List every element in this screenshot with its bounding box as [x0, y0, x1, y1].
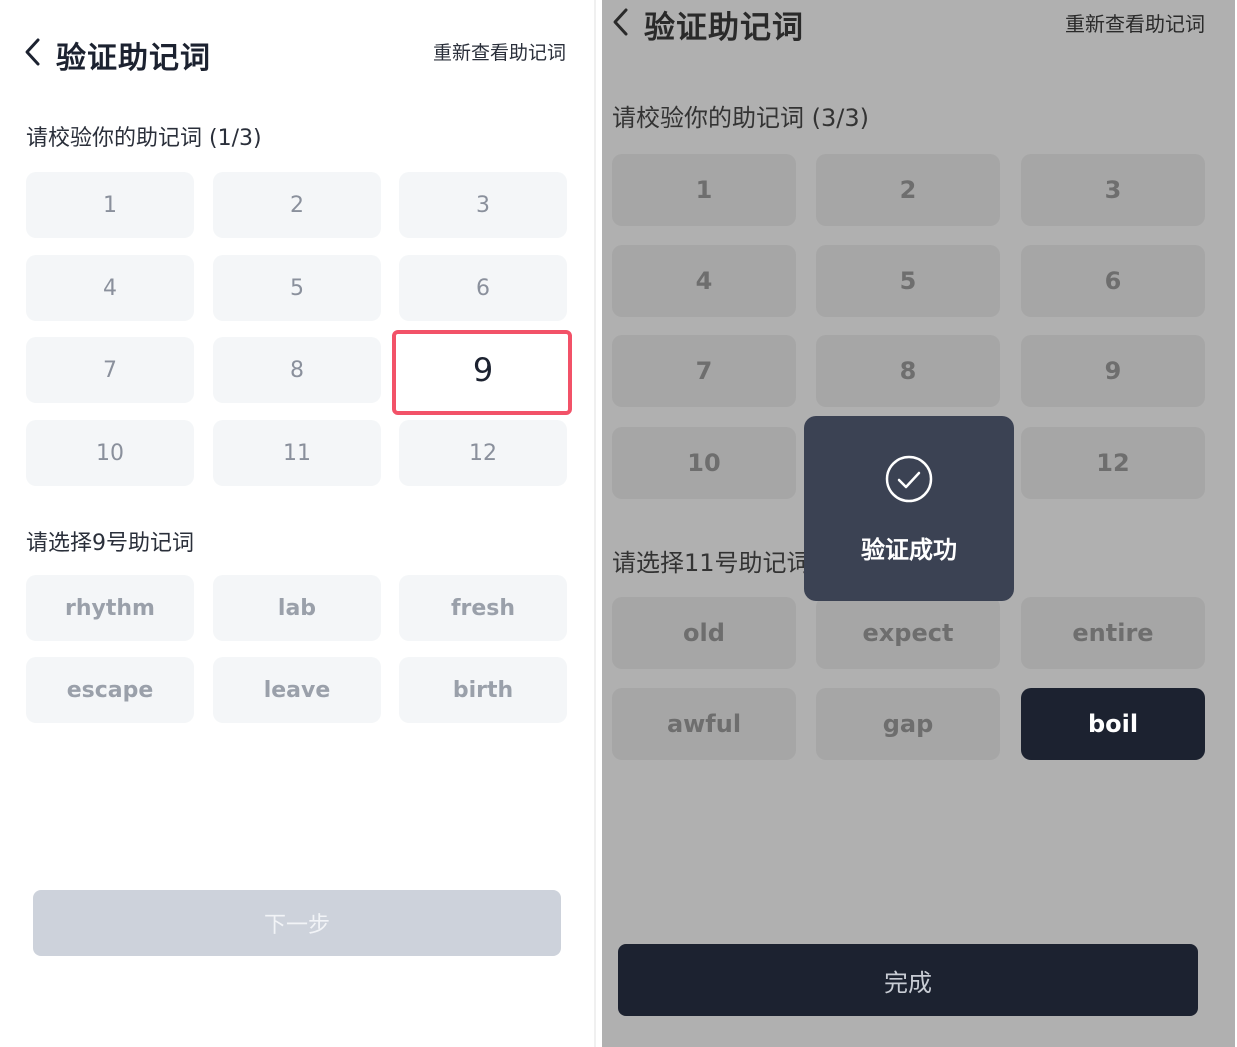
- slot-cell[interactable]: 2: [213, 172, 381, 238]
- slot-cell[interactable]: 7: [612, 335, 796, 407]
- slot-cell[interactable]: 12: [399, 420, 567, 486]
- check-circle-icon: [885, 455, 933, 503]
- slot-cell[interactable]: 2: [816, 154, 1000, 226]
- verify-progress-label: 请校验你的助记词 (1/3): [26, 126, 262, 151]
- done-button[interactable]: 完成: [618, 944, 1198, 1016]
- slot-cell[interactable]: 3: [1021, 154, 1205, 226]
- slot-cell[interactable]: 3: [399, 172, 567, 238]
- word-option[interactable]: fresh: [399, 575, 567, 641]
- toast-message: 验证成功: [861, 536, 957, 564]
- slot-cell-active[interactable]: 9: [399, 337, 567, 403]
- slot-cell[interactable]: 8: [213, 337, 381, 403]
- word-option[interactable]: lab: [213, 575, 381, 641]
- slot-cell[interactable]: 10: [612, 427, 796, 499]
- slot-cell[interactable]: 9: [1021, 335, 1205, 407]
- review-mnemonic-link[interactable]: 重新查看助记词: [433, 38, 566, 65]
- slot-cell[interactable]: 4: [26, 255, 194, 321]
- back-arrow-icon[interactable]: [610, 7, 632, 37]
- word-option[interactable]: escape: [26, 657, 194, 723]
- slot-cell[interactable]: 10: [26, 420, 194, 486]
- left-screen: 验证助记词 重新查看助记词 请校验你的助记词 (1/3) 1 2 3 4 5 6…: [0, 0, 596, 1047]
- word-option[interactable]: rhythm: [26, 575, 194, 641]
- word-option[interactable]: gap: [816, 688, 1000, 760]
- review-mnemonic-link[interactable]: 重新查看助记词: [1065, 8, 1205, 37]
- slot-cell[interactable]: 6: [399, 255, 567, 321]
- back-arrow-icon[interactable]: [22, 37, 44, 67]
- slot-cell[interactable]: 6: [1021, 245, 1205, 317]
- word-option[interactable]: leave: [213, 657, 381, 723]
- success-toast: 验证成功: [804, 416, 1014, 601]
- word-option[interactable]: old: [612, 597, 796, 669]
- word-option[interactable]: entire: [1021, 597, 1205, 669]
- word-option[interactable]: birth: [399, 657, 567, 723]
- next-step-button[interactable]: 下一步: [33, 890, 561, 956]
- slot-cell[interactable]: 12: [1021, 427, 1205, 499]
- select-word-label: 请选择11号助记词: [612, 549, 811, 577]
- slot-cell[interactable]: 4: [612, 245, 796, 317]
- slot-cell[interactable]: 7: [26, 337, 194, 403]
- slot-cell[interactable]: 1: [26, 172, 194, 238]
- verify-progress-label: 请校验你的助记词 (3/3): [612, 104, 869, 132]
- slot-cell[interactable]: 5: [816, 245, 1000, 317]
- word-option-selected[interactable]: boil: [1021, 688, 1205, 760]
- select-word-label: 请选择9号助记词: [26, 531, 194, 556]
- slot-cell[interactable]: 5: [213, 255, 381, 321]
- page-title: 验证助记词: [644, 10, 804, 46]
- page-title: 验证助记词: [56, 41, 211, 76]
- word-option[interactable]: awful: [612, 688, 796, 760]
- slot-cell[interactable]: 8: [816, 335, 1000, 407]
- slot-cell[interactable]: 1: [612, 154, 796, 226]
- word-option[interactable]: expect: [816, 597, 1000, 669]
- right-screen: 验证助记词 重新查看助记词 请校验你的助记词 (3/3) 1 2 3 4 5 6…: [602, 0, 1235, 1047]
- slot-cell[interactable]: 11: [213, 420, 381, 486]
